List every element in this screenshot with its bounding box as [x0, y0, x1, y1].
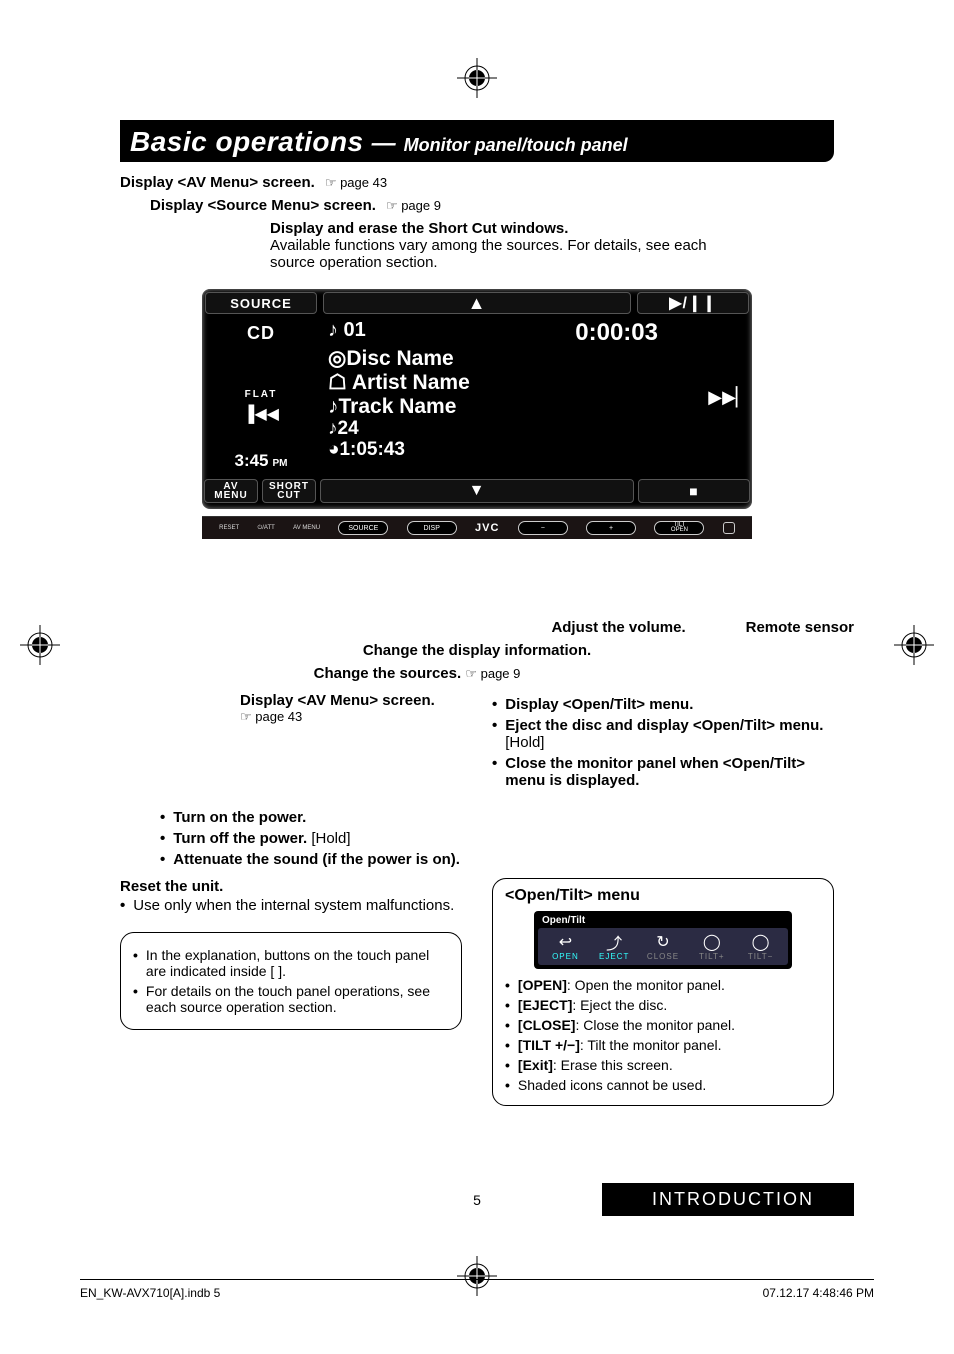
clock-ampm: PM — [273, 458, 288, 469]
source-hw-button[interactable]: SOURCE — [338, 521, 388, 535]
track-number: ♪ 01 — [328, 319, 366, 347]
up-button[interactable]: ▲ — [323, 292, 631, 314]
top-callouts: Display <AV Menu> screen. ☞ page 43 Disp… — [120, 174, 834, 271]
callout-avmenu2: Display <AV Menu> screen. — [240, 692, 462, 709]
hardware-button-bar: RESET ⏻/ATT AV MENU SOURCE DISP JVC − + … — [202, 516, 752, 539]
monitor-display: SOURCE ▲ ▶/❙❙ CD FLAT ▐◀◀ 3:45 PM ♪ 01 — [202, 289, 752, 509]
callout-dispinfo: Change the display information. — [363, 642, 591, 659]
av-menu-button[interactable]: AV MENU — [204, 479, 258, 503]
disc-name: ◎Disc Name — [328, 347, 698, 371]
opentilt-callout-list: Display <Open/Tilt> menu. Eject the disc… — [492, 696, 834, 789]
footer-right: 07.12.17 4:48:46 PM — [763, 1286, 874, 1300]
callout-shortcut-desc: Available functions vary among the sourc… — [270, 237, 750, 271]
opentilt-icon-eject[interactable]: ⤴EJECT — [591, 932, 638, 961]
callout-chgsrc: Change the sources. — [314, 665, 462, 682]
callout-avmenu: Display <AV Menu> screen. — [120, 174, 315, 191]
opentilt-box: <Open/Tilt> menu Open/Tilt ↩OPEN⤴EJECT↻C… — [492, 878, 834, 1106]
callout-remote: Remote sensor — [746, 619, 854, 636]
callout-avmenu2-ref: ☞ page 43 — [240, 709, 462, 725]
source-button[interactable]: SOURCE — [205, 292, 317, 314]
tilt-open-hw-button[interactable]: TILT OPEN — [654, 521, 704, 535]
stop-button[interactable]: ■ — [638, 479, 750, 503]
opentilt-head: <Open/Tilt> menu — [505, 887, 821, 905]
remote-sensor-icon — [723, 522, 735, 534]
callout-shortcut: Display and erase the Short Cut windows. — [270, 220, 834, 237]
registration-mark-right — [894, 625, 934, 665]
previous-button[interactable]: ▐◀◀ — [243, 404, 279, 424]
callout-avmenu-ref: ☞ page 43 — [325, 175, 387, 191]
avmenu-hw-label: AV MENU — [293, 525, 320, 531]
total-time: ◕1:05:43 — [328, 440, 698, 461]
registration-mark-left — [20, 625, 60, 665]
down-button[interactable]: ▼ — [320, 479, 634, 503]
callout-srcmenu-ref: ☞ page 9 — [386, 198, 441, 214]
page-content: Basic operations — Monitor panel/touch p… — [120, 120, 834, 1220]
power-list: Turn on the power. Turn off the power. [… — [160, 809, 834, 868]
artist-name: ☖ Artist Name — [328, 371, 698, 395]
brand-logo: JVC — [475, 522, 499, 534]
callout-chgsrc-ref: ☞ page 9 — [465, 666, 520, 681]
title-sub: Monitor panel/touch panel — [404, 135, 628, 156]
opentilt-title: Open/Tilt — [538, 915, 788, 926]
opentilt-icon-tilt+[interactable]: ◯TILT+ — [688, 932, 735, 961]
track-count: ♪24 — [328, 419, 698, 440]
play-pause-button[interactable]: ▶/❙❙ — [637, 292, 749, 314]
reset-hw-label: RESET — [219, 525, 239, 531]
att-hw-label: ⏻/ATT — [258, 525, 275, 531]
lower-callouts: Adjust the volume. Remote sensor Change … — [120, 619, 834, 1106]
display-left-panel: CD FLAT ▐◀◀ 3:45 PM — [202, 317, 320, 477]
note-box: In the explanation, buttons on the touch… — [120, 932, 462, 1030]
source-label: CD — [247, 323, 275, 344]
footer-bar: EN_KW-AVX710[A].indb 5 07.12.17 4:48:46 … — [80, 1279, 874, 1300]
callout-srcmenu: Display <Source Menu> screen. — [150, 197, 376, 214]
clock-time: 3:45 — [234, 451, 268, 471]
elapsed-time: 0:00:03 — [575, 319, 698, 347]
title-dash: — — [372, 130, 396, 158]
title-main: Basic operations — [130, 126, 364, 158]
section-tab: INTRODUCTION — [602, 1183, 854, 1216]
short-cut-button[interactable]: SHORT CUT — [262, 479, 316, 503]
reset-head: Reset the unit. — [120, 878, 462, 895]
display-wrap: SOURCE ▲ ▶/❙❙ CD FLAT ▐◀◀ 3:45 PM ♪ 01 — [202, 279, 752, 539]
display-center: ♪ 01 0:00:03 ◎Disc Name ☖ Artist Name ♪T… — [320, 317, 706, 477]
vol-down-hw-button[interactable]: − — [518, 521, 568, 535]
opentilt-icon-open[interactable]: ↩OPEN — [542, 932, 589, 961]
reset-desc: Use only when the internal system malfun… — [133, 897, 454, 914]
next-button[interactable]: ▶▶▏ — [706, 317, 752, 477]
disp-hw-button[interactable]: DISP — [407, 521, 457, 535]
callout-volume: Adjust the volume. — [551, 619, 685, 636]
footer-left: EN_KW-AVX710[A].indb 5 — [80, 1286, 220, 1300]
eq-label: FLAT — [245, 389, 278, 400]
opentilt-icon-close[interactable]: ↻CLOSE — [640, 932, 687, 961]
registration-mark-top — [457, 58, 497, 98]
title-bar: Basic operations — Monitor panel/touch p… — [120, 120, 834, 162]
track-name: ♪Track Name — [328, 395, 698, 419]
vol-up-hw-button[interactable]: + — [586, 521, 636, 535]
opentilt-screen: Open/Tilt ↩OPEN⤴EJECT↻CLOSE◯TILT+◯TILT− — [534, 911, 792, 969]
clock: 3:45 PM — [234, 451, 287, 471]
opentilt-icon-tilt−[interactable]: ◯TILT− — [737, 932, 784, 961]
